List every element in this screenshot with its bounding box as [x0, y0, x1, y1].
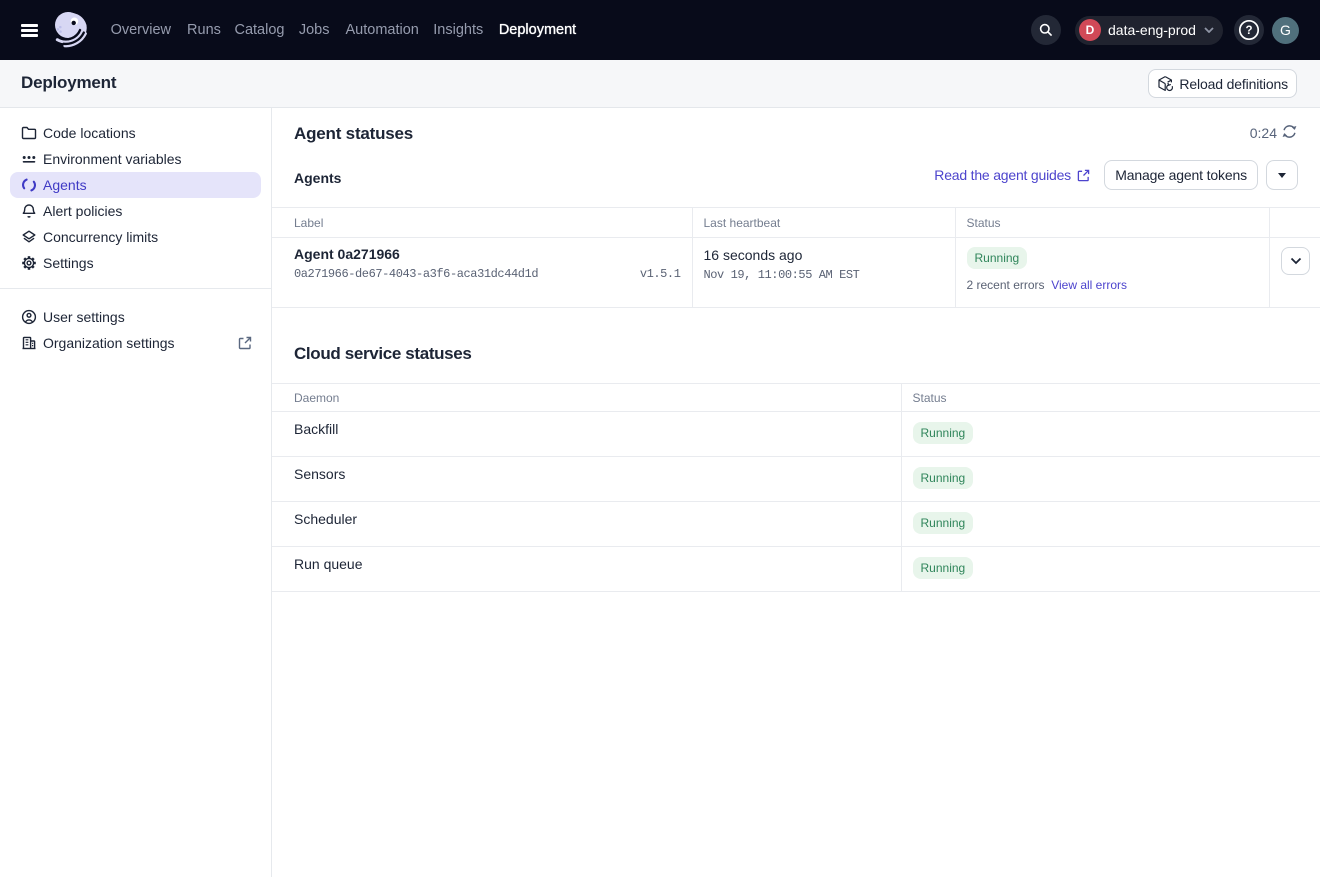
- svg-text:?: ?: [1245, 25, 1252, 37]
